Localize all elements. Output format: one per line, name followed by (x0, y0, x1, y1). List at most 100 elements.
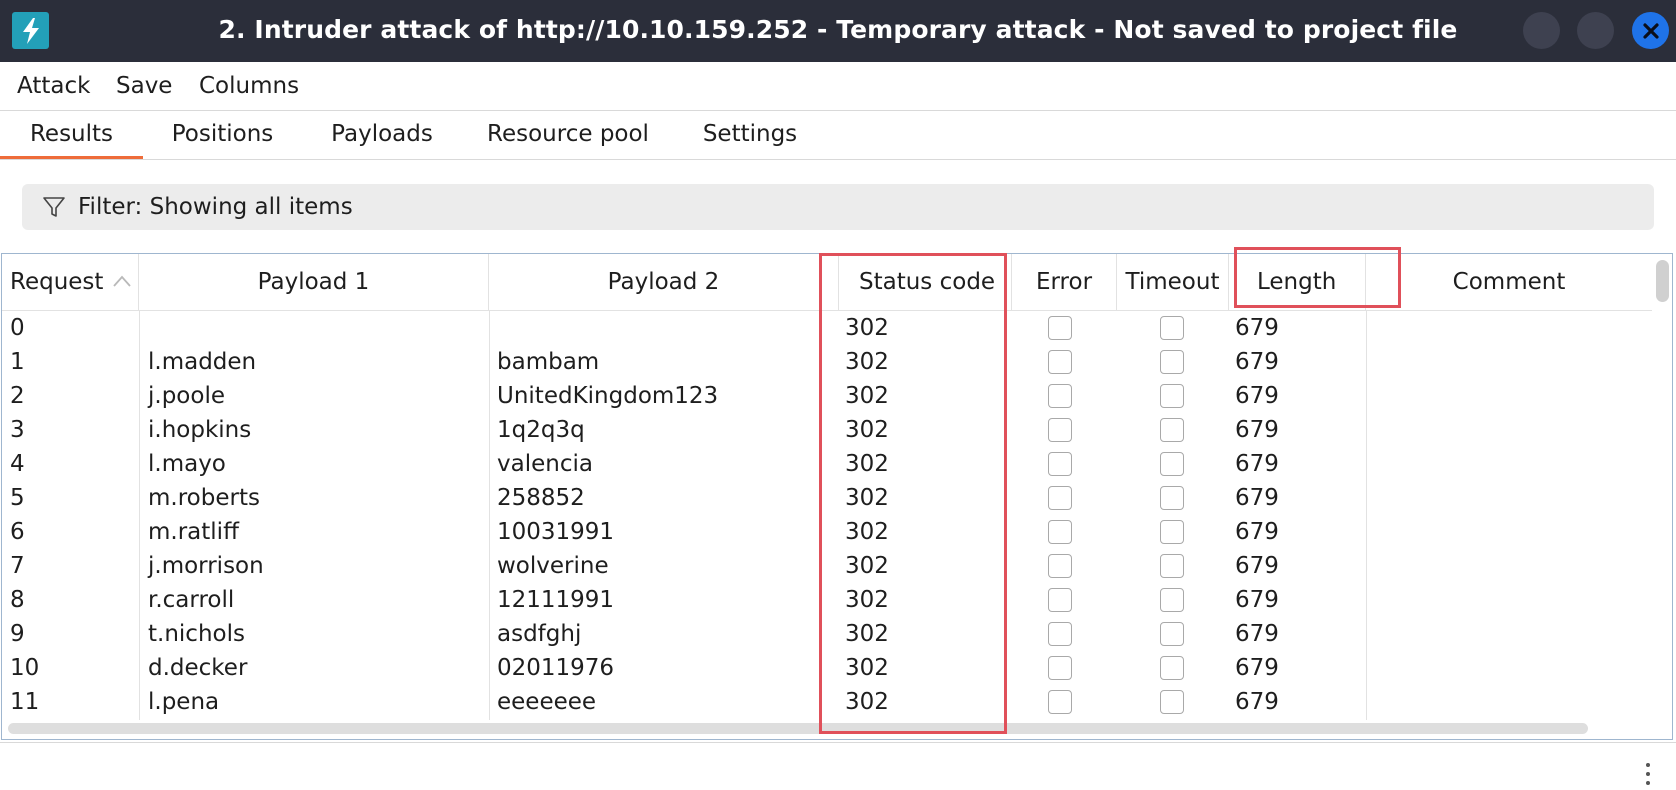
table-row[interactable]: 8 r.carroll 12111991 302 679 (2, 583, 1652, 617)
cell-payload1: j.poole (148, 383, 225, 409)
table-header: Request Payload 1 Payload 2 Status code … (2, 254, 1652, 311)
error-checkbox (1048, 690, 1072, 714)
cell-status-code: 302 (845, 349, 889, 375)
cell-length: 679 (1235, 383, 1279, 409)
table-row[interactable]: 7 j.morrison wolverine 302 679 (2, 549, 1652, 583)
tab-results[interactable]: Results (0, 111, 143, 159)
tab-settings[interactable]: Settings (694, 111, 806, 159)
tab-resource-pool[interactable]: Resource pool (482, 111, 654, 159)
sort-ascending-icon (113, 275, 131, 287)
table-row[interactable]: 1 l.madden bambam 302 679 (2, 345, 1652, 379)
cell-payload1: d.decker (148, 655, 248, 681)
cell-payload1: r.carroll (148, 587, 235, 613)
table-row[interactable]: 9 t.nichols asdfghj 302 679 (2, 617, 1652, 651)
window-title: 2. Intruder attack of http://10.10.159.2… (218, 15, 1458, 44)
column-header-status-code[interactable]: Status code (839, 254, 1012, 310)
cell-request: 4 (10, 451, 25, 477)
cell-status-code: 302 (845, 689, 889, 715)
cell-length: 679 (1235, 553, 1279, 579)
cell-status-code: 302 (845, 655, 889, 681)
close-icon (1642, 22, 1659, 39)
horizontal-scrollbar[interactable] (8, 723, 1588, 734)
cell-request: 1 (10, 349, 25, 375)
cell-payload2: 258852 (497, 485, 585, 511)
error-checkbox (1048, 588, 1072, 612)
maximize-button[interactable] (1577, 12, 1614, 49)
table-row[interactable]: 3 i.hopkins 1q2q3q 302 679 (2, 413, 1652, 447)
cell-payload1: m.ratliff (148, 519, 239, 545)
cell-payload2: wolverine (497, 553, 609, 579)
cell-payload1: j.morrison (148, 553, 264, 579)
timeout-checkbox (1160, 452, 1184, 476)
column-header-timeout[interactable]: Timeout (1117, 254, 1229, 310)
column-header-payload1[interactable]: Payload 1 (139, 254, 489, 310)
table-row[interactable]: 2 j.poole UnitedKingdom123 302 679 (2, 379, 1652, 413)
cell-length: 679 (1235, 587, 1279, 613)
cell-payload2: UnitedKingdom123 (497, 383, 719, 409)
cell-request: 0 (10, 315, 25, 341)
menu-attack[interactable]: Attack (17, 62, 90, 110)
cell-payload2: 02011976 (497, 655, 615, 681)
table-row[interactable]: 5 m.roberts 258852 302 679 (2, 481, 1652, 515)
cell-status-code: 302 (845, 485, 889, 511)
tab-positions[interactable]: Positions (160, 111, 285, 159)
cell-request: 6 (10, 519, 25, 545)
tab-payloads[interactable]: Payloads (323, 111, 441, 159)
vertical-scrollbar[interactable] (1656, 260, 1669, 302)
error-checkbox (1048, 622, 1072, 646)
filter-label: Filter: Showing all items (78, 194, 353, 220)
cell-length: 679 (1235, 315, 1279, 341)
cell-payload2: eeeeeee (497, 689, 597, 715)
error-checkbox (1048, 554, 1072, 578)
error-checkbox (1048, 452, 1072, 476)
table-row[interactable]: 10 d.decker 02011976 302 679 (2, 651, 1652, 685)
error-checkbox (1048, 418, 1072, 442)
error-checkbox (1048, 520, 1072, 544)
menu-save[interactable]: Save (116, 62, 172, 110)
column-header-request[interactable]: Request (2, 254, 139, 310)
cell-length: 679 (1235, 485, 1279, 511)
cell-payload2: 1q2q3q (497, 417, 585, 443)
cell-length: 679 (1235, 621, 1279, 647)
column-header-error[interactable]: Error (1012, 254, 1117, 310)
cell-length: 679 (1235, 519, 1279, 545)
cell-length: 679 (1235, 655, 1279, 681)
error-checkbox (1048, 384, 1072, 408)
filter-bar[interactable]: Filter: Showing all items (22, 184, 1654, 230)
timeout-checkbox (1160, 350, 1184, 374)
cell-request: 10 (10, 655, 40, 681)
bottom-panel (0, 742, 1676, 787)
table-row[interactable]: 4 l.mayo valencia 302 679 (2, 447, 1652, 481)
cell-payload2: valencia (497, 451, 593, 477)
cell-payload1: t.nichols (148, 621, 245, 647)
timeout-checkbox (1160, 384, 1184, 408)
cell-request: 11 (10, 689, 40, 715)
cell-payload1: l.pena (148, 689, 220, 715)
column-header-comment[interactable]: Comment (1366, 254, 1652, 310)
cell-request: 5 (10, 485, 25, 511)
minimize-button[interactable] (1523, 12, 1560, 49)
cell-payload2: asdfghj (497, 621, 582, 647)
menu-columns[interactable]: Columns (199, 62, 299, 110)
cell-length: 679 (1235, 451, 1279, 477)
timeout-checkbox (1160, 554, 1184, 578)
cell-status-code: 302 (845, 621, 889, 647)
table-row[interactable]: 11 l.pena eeeeeee 302 679 (2, 685, 1652, 719)
cell-status-code: 302 (845, 417, 889, 443)
timeout-checkbox (1160, 316, 1184, 340)
column-header-payload2[interactable]: Payload 2 (489, 254, 839, 310)
timeout-checkbox (1160, 690, 1184, 714)
column-header-length[interactable]: Length (1229, 254, 1366, 310)
funnel-icon (43, 197, 65, 217)
close-button[interactable] (1632, 12, 1669, 49)
timeout-checkbox (1160, 622, 1184, 646)
cell-request: 7 (10, 553, 25, 579)
table-row[interactable]: 6 m.ratliff 10031991 302 679 (2, 515, 1652, 549)
results-table: Request Payload 1 Payload 2 Status code … (1, 253, 1673, 740)
error-checkbox (1048, 656, 1072, 680)
cell-request: 2 (10, 383, 25, 409)
timeout-checkbox (1160, 588, 1184, 612)
cell-payload2: 12111991 (497, 587, 615, 613)
table-row[interactable]: 0 302 679 (2, 311, 1652, 345)
cell-payload1: l.madden (148, 349, 257, 375)
